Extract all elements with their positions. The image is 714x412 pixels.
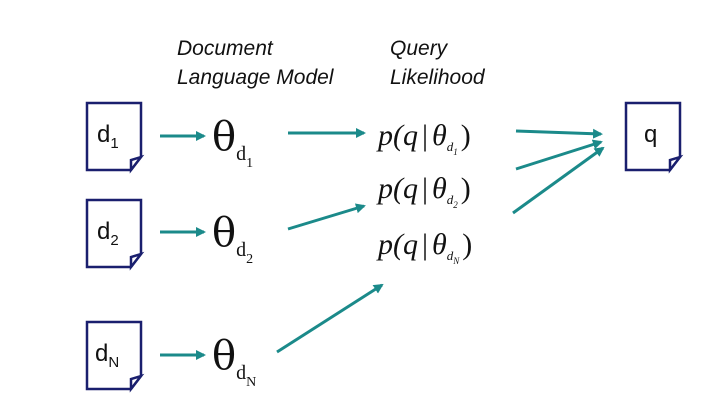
document-d1-sub: 1 [110,135,118,152]
query-document: q [624,101,684,174]
document-dN-sub: N [108,354,119,371]
theta-dN: θdN [212,333,256,390]
theta-d1: θd1 [212,114,253,171]
query-likelihood-header-line2: Likelihood [390,66,486,89]
theta-d2: θd2 [212,210,253,267]
document-dN-letter: d [95,340,108,367]
query-label: q [644,121,657,148]
document-d1: d1 [85,101,145,174]
document-d2-letter: d [97,218,110,245]
likelihood-pN: p(q | θdN) [376,228,472,266]
likelihood-p2: p(q | θd2) [376,172,471,210]
doc-lm-header-line1: Document [177,37,274,60]
document-dN: dN [85,320,145,393]
query-likelihood-diagram: Document Language Model Query Likelihood… [85,37,684,393]
likelihood-p1: p(q | θd1) [376,119,471,157]
arrow-thetaN-to-pN [276,283,384,354]
arrow-p1-to-q [515,128,603,139]
document-d1-letter: d [97,121,110,148]
arrow-pN-to-q [512,146,605,215]
doc-lm-header-line2: Language Model [177,66,335,89]
query-likelihood-header-line1: Query [390,37,449,60]
document-d2-sub: 2 [110,232,118,249]
arrow-theta2-to-p2 [287,203,366,231]
arrow-p2-to-q [515,139,603,171]
document-d2: d2 [85,198,145,271]
